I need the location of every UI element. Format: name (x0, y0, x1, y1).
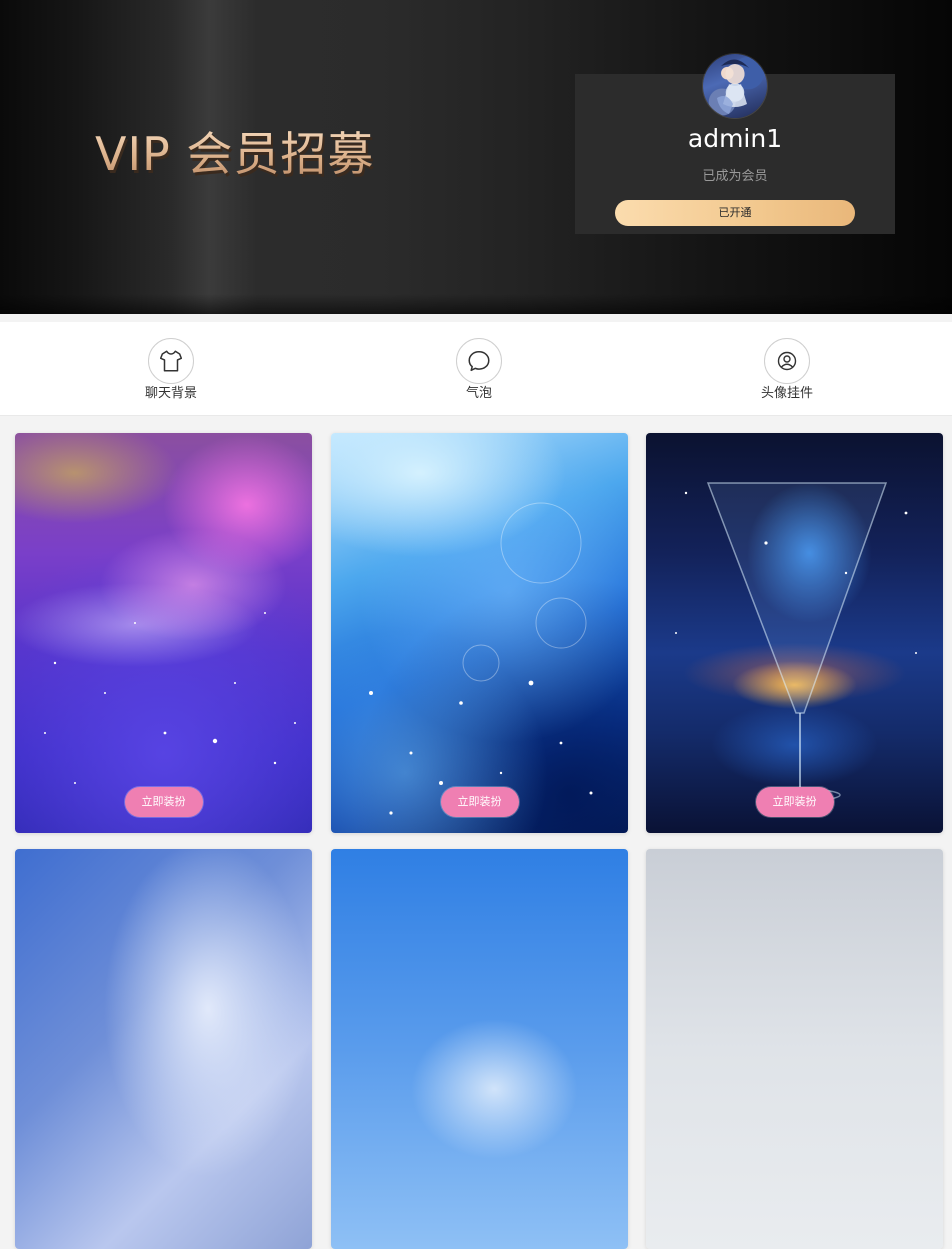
background-card[interactable] (331, 849, 628, 1249)
category-label: 气泡 (465, 386, 492, 401)
member-status-text: 已成为会员 (702, 169, 768, 184)
category-label: 聊天背景 (144, 386, 197, 401)
category-bubble[interactable]: 气泡 (409, 322, 549, 415)
sparkle-decoration (369, 502, 593, 815)
avatar-figure-icon (717, 59, 749, 114)
category-bubble-circle (456, 338, 502, 384)
background-card[interactable] (15, 849, 312, 1249)
dress-up-button[interactable]: 立即装扮 (755, 787, 834, 817)
vip-activated-button[interactable]: 已开通 (615, 200, 855, 226)
category-chat-background[interactable]: 聊天背景 (101, 322, 241, 415)
user-circle-icon (777, 351, 797, 371)
background-card[interactable]: 立即装扮 (331, 433, 628, 833)
dress-up-button[interactable]: 立即装扮 (124, 787, 203, 817)
category-bar: 聊天背景 气泡 头像挂件 (0, 322, 952, 416)
category-avatar-frame-circle (764, 338, 810, 384)
background-card[interactable]: 立即装扮 (15, 433, 312, 833)
category-label: 头像挂件 (760, 386, 813, 401)
category-chat-background-circle (148, 338, 194, 384)
username: admin1 (687, 124, 783, 153)
vip-title: VIP 会员招募 (95, 124, 374, 184)
chat-bubble-icon (468, 351, 490, 372)
star-field-decoration (44, 612, 296, 794)
cocktail-glass-decoration (675, 482, 917, 802)
category-avatar-frame[interactable]: 头像挂件 (717, 322, 857, 415)
shirt-icon (159, 350, 183, 372)
background-card[interactable]: 立即装扮 (646, 433, 943, 833)
avatar[interactable] (703, 54, 767, 118)
background-card[interactable] (646, 849, 943, 1249)
dress-up-button[interactable]: 立即装扮 (440, 787, 519, 817)
